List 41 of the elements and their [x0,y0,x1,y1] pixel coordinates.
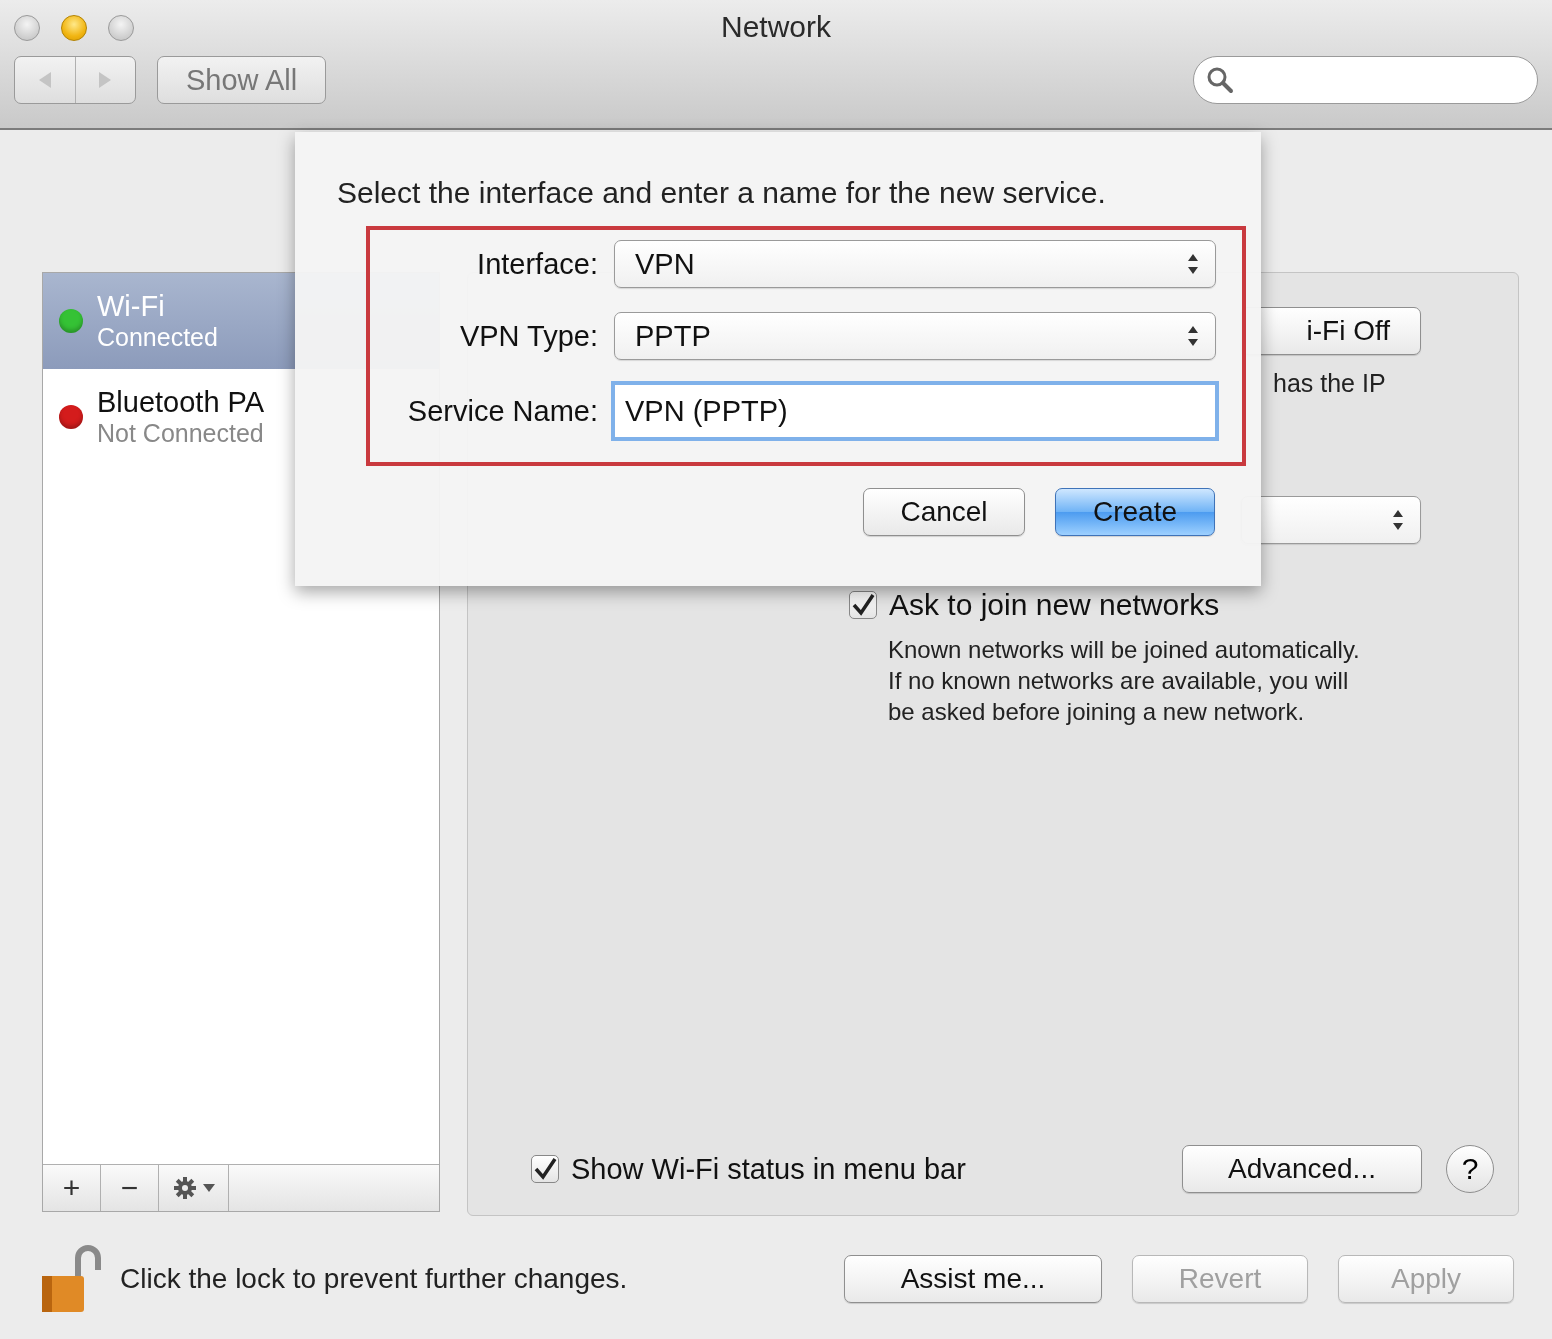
service-status: Not Connected [97,419,265,448]
back-forward-control[interactable] [14,56,136,104]
checkbox[interactable] [849,591,877,619]
show-status-checkbox[interactable]: Show Wi-Fi status in menu bar [531,1152,966,1186]
field-label: VPN Type: [458,319,598,353]
checkmark-icon [533,1157,557,1181]
help-button[interactable]: ? [1446,1145,1494,1193]
stepper-icon [1187,252,1199,276]
window-title: Network [721,10,831,43]
service-name: Bluetooth PA [97,386,265,419]
service-name: Wi-Fi [97,290,166,323]
sheet-prompt: Select the interface and enter a name for the new service. [337,176,1107,210]
zoom-button[interactable] [108,15,134,41]
service-status: Connected [97,323,218,352]
list-action-button[interactable]: − [101,1165,159,1211]
close-button[interactable] [14,15,40,41]
status-text: has the IP [1273,369,1387,398]
checkmark-icon [851,593,875,617]
ask-to-join-description: Known networks will be joined automatically. If no known networks are available, you will be asked before joining a new network. [888,635,1361,727]
footer-button[interactable]: Assist me... [844,1255,1102,1303]
show-all-button[interactable]: Show All [157,56,327,104]
stepper-icon [1392,508,1404,532]
list-action-button[interactable]: + [43,1165,101,1211]
ask-to-join-checkbox[interactable]: Ask to join new networks [849,588,1220,622]
stepper-icon [1187,324,1199,348]
field-label: Service Name: [406,394,598,428]
gear-icon [172,1176,197,1200]
popup-menu[interactable]: PPTP [614,312,1216,360]
advanced-button[interactable]: Advanced... [1182,1145,1422,1193]
unlocked-padlock-icon[interactable] [40,1244,102,1314]
sheet-button[interactable]: Cancel [863,488,1025,536]
minimize-button[interactable] [61,15,87,41]
field-label: Interface: [476,247,598,281]
search-icon [1206,66,1234,94]
popup-menu[interactable]: VPN [614,240,1216,288]
caret-icon [202,1183,215,1193]
search-field[interactable] [1193,56,1538,104]
checkbox[interactable] [531,1155,559,1183]
lock-hint: Click the lock to prevent further changes. [120,1263,628,1295]
sheet-button[interactable]: Create [1055,488,1215,536]
service-name-field[interactable]: VPN (PPTP) [614,384,1216,438]
